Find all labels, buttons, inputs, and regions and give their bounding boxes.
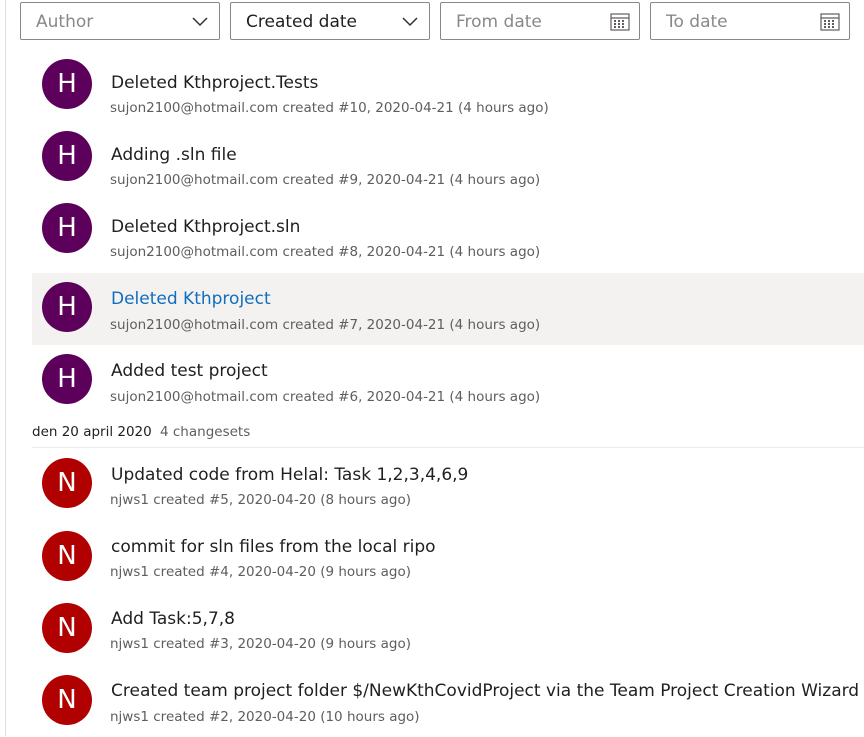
changeset-row[interactable]: H Adding .sln file sujon2100@hotmail.com…	[32, 121, 864, 193]
changeset-meta: sujon2100@hotmail.com created #9, 2020-0…	[110, 172, 541, 188]
from-date-input[interactable]: From date	[440, 2, 640, 40]
avatar: N	[42, 458, 92, 508]
chevron-down-icon	[192, 17, 208, 27]
left-divider	[5, 0, 6, 736]
avatar: H	[42, 59, 92, 109]
avatar: H	[42, 282, 92, 332]
changeset-meta: sujon2100@hotmail.com created #8, 2020-0…	[110, 244, 541, 260]
changeset-row[interactable]: H Deleted Kthproject.sln sujon2100@hotma…	[32, 193, 864, 265]
changeset-meta: njws1 created #2, 2020-04-20 (10 hours a…	[110, 709, 420, 725]
calendar-icon[interactable]	[609, 11, 631, 33]
changeset-row[interactable]: H Deleted Kthproject.Tests sujon2100@hot…	[32, 49, 864, 121]
changeset-row[interactable]: N Updated code from Helal: Task 1,2,3,4,…	[32, 448, 864, 520]
author-filter-dropdown[interactable]: Author	[20, 2, 220, 40]
created-date-dropdown[interactable]: Created date	[230, 2, 430, 40]
changeset-meta: njws1 created #5, 2020-04-20 (8 hours ag…	[110, 492, 411, 508]
avatar: N	[42, 603, 92, 653]
avatar: H	[42, 131, 92, 181]
avatar: H	[42, 354, 92, 404]
changeset-title[interactable]: Created team project folder $/NewKthCovi…	[111, 680, 859, 702]
changeset-row[interactable]: N Created team project folder $/NewKthCo…	[32, 665, 864, 737]
changeset-meta: sujon2100@hotmail.com created #6, 2020-0…	[110, 389, 541, 405]
changeset-meta: njws1 created #3, 2020-04-20 (9 hours ag…	[110, 636, 411, 652]
group-header: den 20 april 2020 4 changesets	[32, 422, 864, 448]
changeset-title[interactable]: commit for sln files from the local ripo	[111, 536, 436, 558]
changeset-meta: njws1 created #4, 2020-04-20 (9 hours ag…	[110, 564, 411, 580]
group-count: 4 changesets	[160, 424, 251, 440]
changeset-title[interactable]: Deleted Kthproject.sln	[111, 216, 300, 238]
group-date: den 20 april 2020	[32, 424, 152, 440]
calendar-icon[interactable]	[819, 11, 841, 33]
changeset-row[interactable]: H Added test project sujon2100@hotmail.c…	[32, 345, 864, 417]
changeset-title[interactable]: Adding .sln file	[111, 144, 237, 166]
changeset-row[interactable]: N commit for sln files from the local ri…	[32, 521, 864, 593]
changeset-title[interactable]: Updated code from Helal: Task 1,2,3,4,6,…	[111, 464, 468, 486]
from-date-placeholder: From date	[456, 12, 542, 32]
changeset-title[interactable]: Added test project	[111, 360, 268, 382]
chevron-down-icon	[402, 17, 418, 27]
to-date-placeholder: To date	[666, 12, 728, 32]
created-date-label: Created date	[246, 12, 358, 32]
author-filter-label: Author	[36, 12, 94, 32]
to-date-input[interactable]: To date	[650, 2, 850, 40]
changeset-title[interactable]: Add Task:5,7,8	[111, 608, 235, 630]
changeset-row[interactable]: H Deleted Kthproject sujon2100@hotmail.c…	[32, 273, 864, 345]
avatar: H	[42, 203, 92, 253]
changeset-row[interactable]: N Add Task:5,7,8 njws1 created #3, 2020-…	[32, 593, 864, 665]
changeset-title[interactable]: Deleted Kthproject.Tests	[111, 72, 318, 94]
changeset-title[interactable]: Deleted Kthproject	[111, 288, 271, 310]
changeset-meta: sujon2100@hotmail.com created #10, 2020-…	[110, 100, 549, 116]
avatar: N	[42, 675, 92, 725]
changeset-meta: sujon2100@hotmail.com created #7, 2020-0…	[110, 317, 541, 333]
avatar: N	[42, 531, 92, 581]
